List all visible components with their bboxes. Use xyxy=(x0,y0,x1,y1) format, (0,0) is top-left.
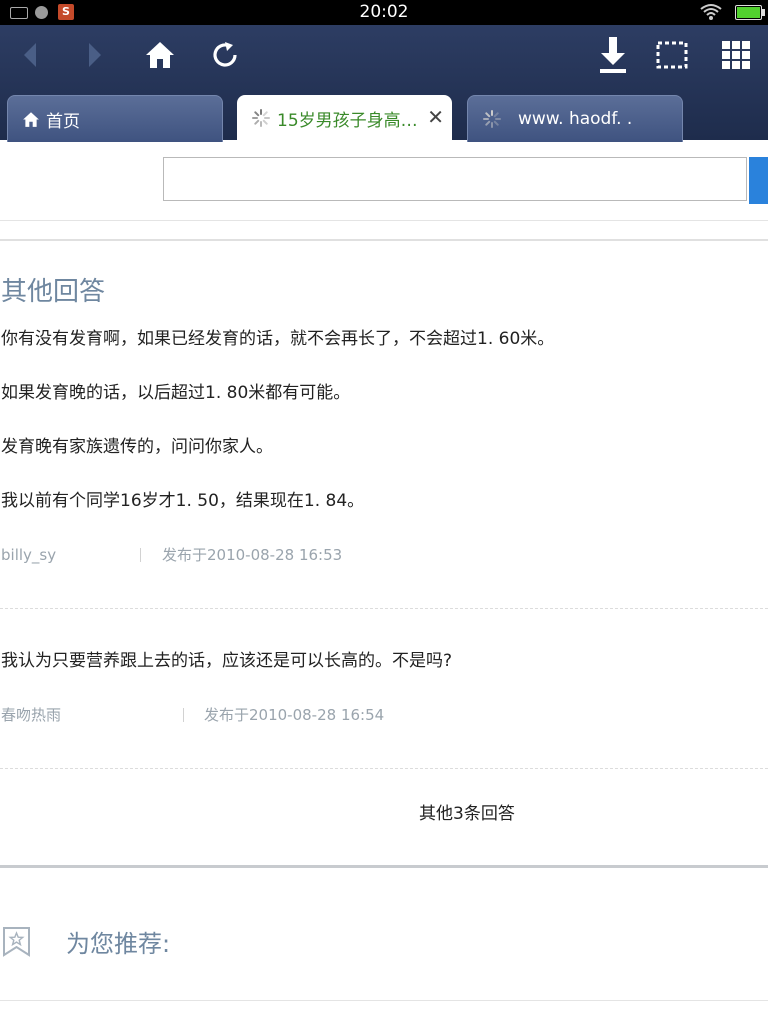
grid-icon xyxy=(722,41,750,69)
meta-separator xyxy=(183,708,184,722)
meta-separator xyxy=(140,548,141,562)
answer-meta: billy_sy 发布于2010-08-28 16:53 xyxy=(1,545,401,565)
reload-button[interactable] xyxy=(200,33,250,77)
recommend-title: 为您推荐: xyxy=(66,930,171,958)
select-icon xyxy=(656,41,688,69)
browser-toolbar: 首页 15岁男孩子身高… ✕ www. haodf. . xyxy=(0,25,768,142)
divider xyxy=(0,220,768,221)
menu-grid-button[interactable] xyxy=(711,33,761,77)
more-answers-link[interactable]: 其他3条回答 xyxy=(419,802,515,826)
author-link[interactable]: billy_sy xyxy=(1,546,56,564)
section-title: 其他回答 xyxy=(1,277,106,307)
reload-icon xyxy=(213,42,237,67)
close-tab-icon[interactable]: ✕ xyxy=(427,105,444,129)
post-date: 发布于2010-08-28 16:54 xyxy=(204,706,385,724)
tab-haodf[interactable]: www. haodf. . xyxy=(467,95,683,142)
home-icon xyxy=(146,42,174,68)
answer-text: 发育晚有家族遗传的，问问你家人。 xyxy=(1,437,273,457)
divider xyxy=(0,239,768,241)
divider xyxy=(0,768,768,769)
answer-text: 如果发育晚的话，以后超过1. 80米都有可能。 xyxy=(1,383,351,403)
back-icon xyxy=(24,43,36,67)
post-date: 发布于2010-08-28 16:53 xyxy=(162,546,343,564)
wifi-icon xyxy=(700,4,722,20)
download-button[interactable] xyxy=(588,33,638,77)
home-icon xyxy=(22,111,40,128)
author-link[interactable]: 春吻热雨 xyxy=(1,706,61,724)
answer-text: 你有没有发育啊，如果已经发育的话，就不会再长了，不会超过1. 60米。 xyxy=(1,329,555,349)
section-divider xyxy=(0,865,768,868)
tab-label: www. haodf. . xyxy=(518,109,633,129)
home-button[interactable] xyxy=(135,33,185,77)
search-button[interactable] xyxy=(749,157,768,204)
bookmark-star-icon xyxy=(3,927,30,957)
tab-active[interactable]: 15岁男孩子身高… ✕ xyxy=(237,95,452,141)
loading-icon xyxy=(482,109,502,129)
answer-text: 我认为只要营养跟上去的话，应该还是可以长高的。不是吗? xyxy=(1,651,453,671)
loading-icon xyxy=(251,108,271,128)
forward-button[interactable] xyxy=(70,33,120,77)
download-icon xyxy=(600,37,626,73)
answer-meta: 春吻热雨 发布于2010-08-28 16:54 xyxy=(1,705,401,725)
tab-home[interactable]: 首页 xyxy=(7,95,223,142)
forward-icon xyxy=(89,43,101,67)
divider xyxy=(0,608,768,609)
select-area-button[interactable] xyxy=(647,33,697,77)
tab-label: 15岁男孩子身高… xyxy=(277,110,418,131)
tab-label: 首页 xyxy=(46,111,80,132)
divider xyxy=(0,1000,768,1001)
status-bar: S 20:02 xyxy=(0,0,768,25)
clock: 20:02 xyxy=(359,2,409,22)
search-input[interactable] xyxy=(163,157,747,201)
answer-text: 我以前有个同学16岁才1. 50，结果现在1. 84。 xyxy=(1,491,365,511)
battery-icon xyxy=(735,5,765,20)
back-button[interactable] xyxy=(5,33,55,77)
